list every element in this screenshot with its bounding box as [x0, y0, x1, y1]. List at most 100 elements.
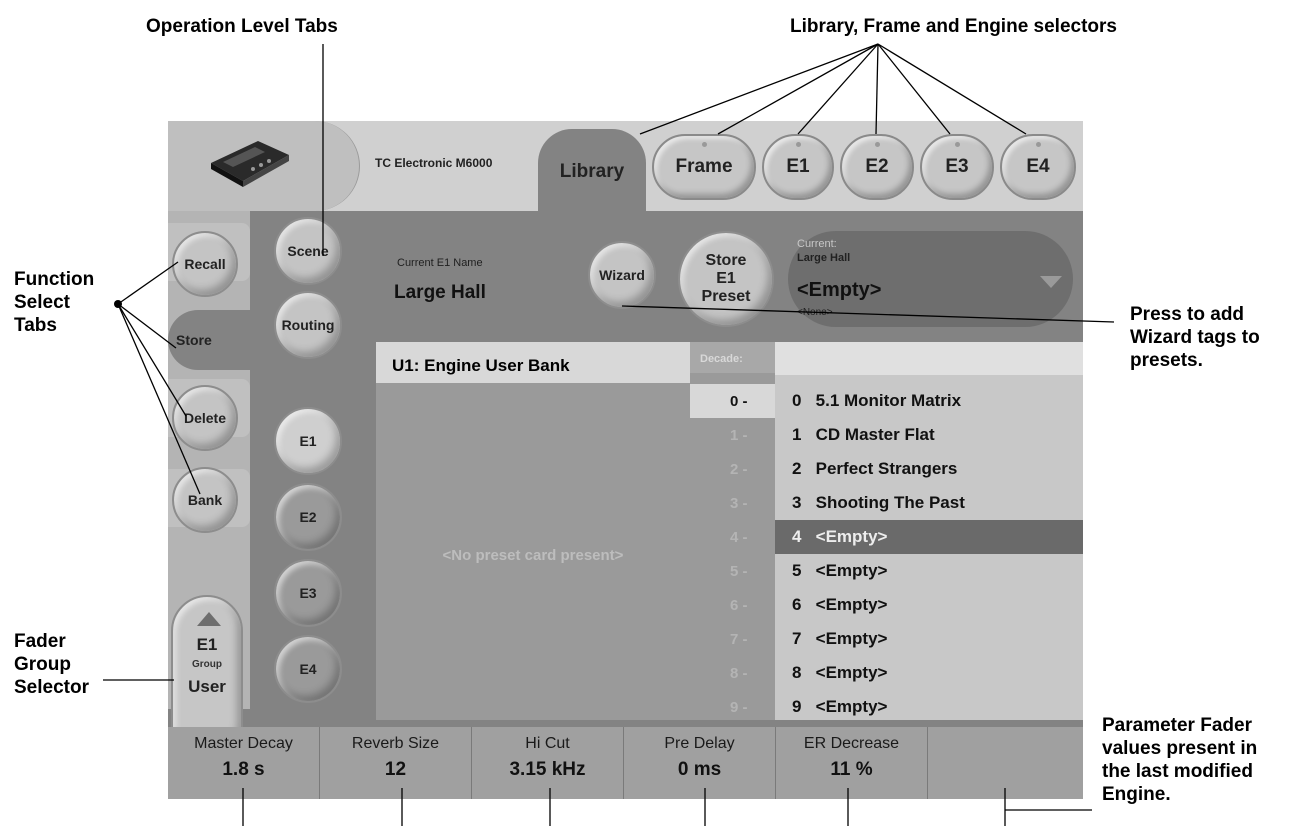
tab-e1[interactable]: E1 [762, 134, 834, 200]
fader-master-decay[interactable]: Master Decay 1.8 s [168, 727, 320, 799]
tab-e2-label: E2 [865, 156, 889, 177]
preset-row[interactable]: 9 <Empty> [775, 690, 1083, 724]
preset-num: 8 [792, 663, 802, 682]
decade-item[interactable]: 2 - [690, 452, 775, 486]
tab-e4-label: E4 [1026, 156, 1050, 177]
preset-row-selected[interactable]: 4 <Empty> [775, 520, 1083, 554]
recall-button[interactable]: Recall [172, 231, 238, 297]
decade-item[interactable]: 9 - [690, 690, 775, 724]
preset-row[interactable]: 8 <Empty> [775, 656, 1083, 690]
led-indicator [702, 142, 707, 147]
preset-name: <Empty> [815, 629, 888, 648]
tab-e3[interactable]: E3 [920, 134, 994, 200]
op-tab-e4[interactable]: E4 [274, 635, 342, 703]
preset-num: 4 [792, 527, 802, 546]
preset-list: 0 5.1 Monitor Matrix 1 CD Master Flat 2 … [775, 342, 1083, 720]
fader-value: 0 ms [677, 759, 722, 780]
decade-column: Decade: 0 - 1 - 2 - 3 - 4 - 5 - 6 - 7 - … [690, 342, 775, 720]
fader-name: Reverb Size [351, 735, 440, 752]
op-tab-scene[interactable]: Scene [274, 217, 342, 285]
preset-name: <Empty> [815, 561, 888, 580]
bank-button[interactable]: Bank [172, 467, 238, 533]
decade-item[interactable]: 3 - [690, 486, 775, 520]
tab-frame[interactable]: Frame [652, 134, 756, 200]
delete-label: Delete [183, 410, 227, 426]
annotation-fader-group: Fader Group Selector [14, 631, 89, 698]
fader-hi-cut[interactable]: Hi Cut 3.15 kHz [472, 727, 624, 799]
preset-num: 9 [792, 697, 802, 716]
tab-frame-label: Frame [675, 156, 733, 177]
tab-library[interactable]: Library [538, 129, 646, 215]
store-line-2: E1 [716, 270, 736, 287]
annotation-selectors: Library, Frame and Engine selectors [790, 16, 1117, 37]
decade-item[interactable]: 4 - [690, 520, 775, 554]
decade-item[interactable]: 5 - [690, 554, 775, 588]
store-line-1: Store [705, 252, 747, 269]
preset-row[interactable]: 7 <Empty> [775, 622, 1083, 656]
annotation-fader-note: Parameter Fader values present in the la… [1102, 715, 1258, 805]
preset-row[interactable]: 5 <Empty> [775, 554, 1083, 588]
fader-name: Hi Cut [525, 735, 570, 752]
fader-empty[interactable] [928, 727, 1083, 799]
fader-reverb-size[interactable]: Reverb Size 12 [320, 727, 472, 799]
arrow-up-icon[interactable] [197, 612, 221, 626]
preset-row[interactable]: 2 Perfect Strangers [775, 452, 1083, 486]
op-tab-e2[interactable]: E2 [274, 483, 342, 551]
decade-item[interactable]: 7 - [690, 622, 775, 656]
fader-value: 3.15 kHz [509, 759, 586, 780]
chevron-down-icon[interactable] [1040, 276, 1062, 288]
preset-num: 6 [792, 595, 802, 614]
no-card-message: <No preset card present> [442, 547, 624, 564]
tab-library-label: Library [559, 161, 625, 182]
fader-name: Pre Delay [664, 735, 735, 752]
op-tab-e1[interactable]: E1 [274, 407, 342, 475]
op-tab-routing[interactable]: Routing [274, 291, 342, 359]
preset-list-header [775, 342, 1083, 375]
fader-group-value: User [188, 677, 226, 696]
delete-button[interactable]: Delete [172, 385, 238, 451]
preset-num: 7 [792, 629, 802, 648]
current-preset-name: Large Hall [797, 252, 851, 264]
preset-name: CD Master Flat [815, 425, 935, 444]
fader-group-caption: Group [192, 659, 222, 670]
decade-label: Decade: [690, 342, 775, 373]
led-indicator [955, 142, 960, 147]
preset-row[interactable]: 1 CD Master Flat [775, 418, 1083, 452]
fader-pre-delay[interactable]: Pre Delay 0 ms [624, 727, 776, 799]
fader-group-engine: E1 [196, 635, 218, 654]
preset-row[interactable]: 6 <Empty> [775, 588, 1083, 622]
fader-name: ER Decrease [803, 735, 900, 752]
tab-e4[interactable]: E4 [1000, 134, 1076, 200]
current-name-label: Current E1 Name [397, 257, 483, 269]
decade-item[interactable]: 0 - [690, 384, 775, 418]
annotation-wizard-note: Press to add Wizard tags to presets. [1130, 304, 1260, 371]
recall-label: Recall [184, 256, 226, 272]
fader-name: Master Decay [194, 735, 293, 752]
fader-value: 11 % [830, 759, 873, 780]
bank-title[interactable]: U1: Engine User Bank [376, 342, 690, 383]
device-logo-tab[interactable] [168, 121, 360, 211]
decade-item[interactable]: 8 - [690, 656, 775, 690]
store-target-name: <Empty> [797, 279, 882, 301]
wizard-label: Wizard [599, 267, 645, 283]
op-tab-e1-label: E1 [299, 433, 317, 449]
preset-row[interactable]: 0 5.1 Monitor Matrix [775, 384, 1083, 418]
annotation-operation-level-tabs: Operation Level Tabs [146, 16, 338, 37]
header-bar: TC Electronic M6000 Library Frame E1 E2 … [168, 121, 1083, 215]
preset-name: <Empty> [815, 595, 888, 614]
op-tab-e3-label: E3 [299, 585, 317, 601]
decade-item[interactable]: 6 - [690, 588, 775, 622]
op-tab-e3[interactable]: E3 [274, 559, 342, 627]
decade-item[interactable]: 1 - [690, 418, 775, 452]
fader-value: 12 [384, 759, 407, 780]
store-preset-button[interactable]: Store E1 Preset [678, 231, 774, 327]
fader-er-decrease[interactable]: ER Decrease 11 % [776, 727, 928, 799]
preset-row[interactable]: 3 Shooting The Past [775, 486, 1083, 520]
op-tab-routing-label: Routing [281, 317, 335, 333]
device-icon [211, 141, 289, 187]
tab-e2[interactable]: E2 [840, 134, 914, 200]
store-tab[interactable]: Store [168, 310, 260, 370]
brand-label: TC Electronic M6000 [375, 156, 493, 170]
wizard-button[interactable]: Wizard [588, 241, 656, 309]
op-tab-scene-label: Scene [287, 243, 329, 259]
